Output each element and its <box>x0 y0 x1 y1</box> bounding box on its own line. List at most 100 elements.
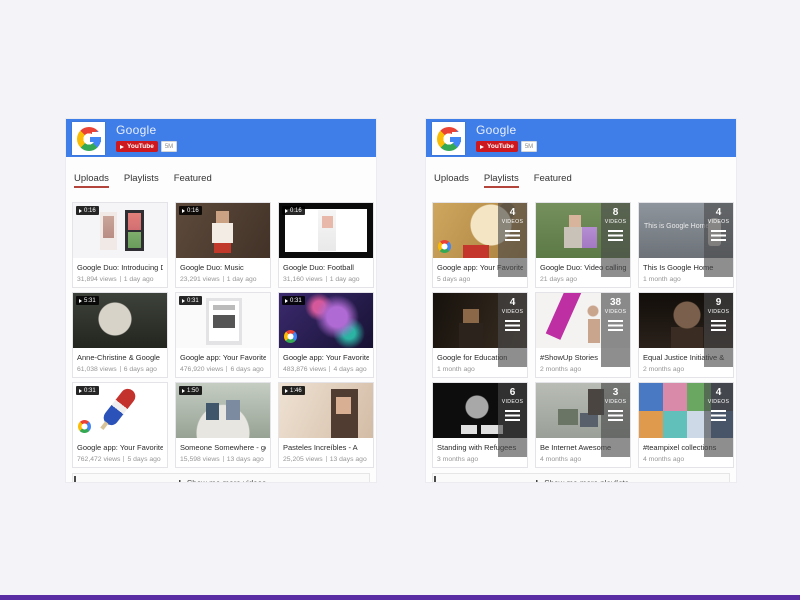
video-thumbnail[interactable]: 0:16 <box>279 203 373 258</box>
upload-age: 5 days ago <box>127 455 161 463</box>
video-card[interactable]: 1:50 Someone Somewhere - going 15,598 vi… <box>175 382 271 468</box>
video-thumbnail[interactable]: 0:16 <box>73 203 167 258</box>
duration-badge: 0:31 <box>282 296 305 305</box>
video-count: 38 <box>609 297 622 308</box>
tab-uploads[interactable]: Uploads <box>434 173 469 188</box>
playlist-card[interactable]: 8 VIDEOS Google Duo: Video calling, by 2… <box>535 202 631 288</box>
video-title[interactable]: Anne-Christine & Google <box>77 353 163 362</box>
video-title[interactable]: Google app: Your Favorite <box>283 353 369 362</box>
playlist-card[interactable]: 6 VIDEOS Standing with Refugees 3 months… <box>432 382 528 468</box>
video-meta: 25,205 views 13 days ago <box>283 456 369 463</box>
show-more-button[interactable]: Show me more videos <box>72 473 370 482</box>
playlist-age: 1 month ago <box>643 275 681 283</box>
video-title[interactable]: Google Duo: Football <box>283 263 369 272</box>
play-icon <box>79 208 82 213</box>
playlist-card[interactable]: 38 VIDEOS #ShowUp Stories 2 months ago <box>535 292 631 378</box>
duration-text: 0:16 <box>290 207 302 214</box>
video-card[interactable]: 0:16 Google Duo: Football 31,160 views 1 … <box>278 202 374 288</box>
video-count: 3 <box>612 387 619 398</box>
play-icon <box>182 208 185 213</box>
playlist-card[interactable]: 9 VIDEOS Equal Justice Initiative & 2 mo… <box>638 292 734 378</box>
playlist-overlay: 4 VIDEOS <box>704 383 733 457</box>
video-title[interactable]: Google Duo: Music <box>180 263 266 272</box>
video-card[interactable]: 1:46 Pasteles Increíbles - A 25,205 view… <box>278 382 374 468</box>
video-title[interactable]: Google app: Your Favorite <box>77 443 163 452</box>
duration-badge: 0:31 <box>179 296 202 305</box>
view-count: 762,472 views <box>77 455 121 463</box>
playlist-card[interactable]: 4 VIDEOS Google for Education 1 month ag… <box>432 292 528 378</box>
bottom-accent-bar <box>0 595 800 600</box>
video-title[interactable]: Pasteles Increíbles - A <box>283 443 369 452</box>
view-count: 25,205 views <box>283 455 323 463</box>
video-card[interactable]: 0:31 Google app: Your Favorite 762,472 v… <box>72 382 168 468</box>
video-meta: 476,920 views 6 days ago <box>180 366 266 373</box>
video-count: 6 <box>509 387 516 398</box>
channel-avatar[interactable] <box>72 122 105 155</box>
play-icon <box>285 388 288 393</box>
video-card[interactable]: 5:31 Anne-Christine & Google 61,038 view… <box>72 292 168 378</box>
videos-word: VIDEOS <box>604 309 627 315</box>
show-more-button[interactable]: Show me more playlists <box>432 473 730 482</box>
playlist-overlay: 9 VIDEOS <box>704 293 733 367</box>
channel-name: Google <box>116 123 157 137</box>
video-title[interactable]: Google Duo: Introducing Duo <box>77 263 163 272</box>
video-thumbnail[interactable]: 1:46 <box>279 383 373 438</box>
playlist-age: 2 months ago <box>540 365 582 373</box>
playlist-card[interactable]: 4 VIDEOS #teampixel collections 4 months… <box>638 382 734 468</box>
playlist-overlay: 4 VIDEOS <box>704 203 733 277</box>
google-logo-icon <box>76 126 101 151</box>
video-card[interactable]: 0:16 Google Duo: Introducing Duo 31,894 … <box>72 202 168 288</box>
video-meta: 762,472 views 5 days ago <box>77 456 163 463</box>
youtube-subscribe-button[interactable]: YouTube <box>116 141 158 152</box>
duration-badge: 0:31 <box>76 386 99 395</box>
video-grid: 0:16 Google Duo: Introducing Duo 31,894 … <box>66 188 376 468</box>
tab-featured[interactable]: Featured <box>534 173 572 188</box>
tab-featured[interactable]: Featured <box>174 173 212 188</box>
channel-avatar[interactable] <box>432 122 465 155</box>
video-thumbnail[interactable]: 5:31 <box>73 293 167 348</box>
play-icon <box>182 388 185 393</box>
play-icon <box>182 298 185 303</box>
youtube-subscribe-button[interactable]: YouTube <box>476 141 518 152</box>
channel-tabs: Uploads Playlists Featured <box>426 157 736 188</box>
tab-playlists[interactable]: Playlists <box>483 173 519 188</box>
subscribe-label: YouTube <box>487 143 514 150</box>
playlist-card[interactable]: 3 VIDEOS Be Internet Awesome 4 months ag… <box>535 382 631 468</box>
video-title[interactable]: Google app: Your Favorite <box>180 353 266 362</box>
video-title[interactable]: Someone Somewhere - going <box>180 443 266 452</box>
video-thumbnail[interactable]: 1:50 <box>176 383 270 438</box>
video-thumbnail[interactable]: 0:31 <box>176 293 270 348</box>
view-count: 23,291 views <box>180 275 220 283</box>
playlist-age: 5 days ago <box>437 275 471 283</box>
playlist-icon <box>505 230 520 242</box>
upload-age: 1 day ago <box>123 275 154 283</box>
playlist-icon <box>711 320 726 332</box>
video-thumbnail[interactable]: 0:31 <box>279 293 373 348</box>
view-count: 31,160 views <box>283 275 323 283</box>
video-card[interactable]: 0:31 Google app: Your Favorite 483,876 v… <box>278 292 374 378</box>
playlist-overlay: 38 VIDEOS <box>601 293 630 367</box>
uploads-panel: Google YouTube 5M Uploads Playlists Feat… <box>65 118 377 483</box>
playlist-icon <box>608 230 623 242</box>
video-count: 4 <box>509 207 516 218</box>
video-card[interactable]: 0:31 Google app: Your Favorite 476,920 v… <box>175 292 271 378</box>
video-card[interactable]: 0:16 Google Duo: Music 23,291 views 1 day… <box>175 202 271 288</box>
channel-banner: Google YouTube 5M <box>66 119 376 157</box>
meta-divider <box>222 276 224 282</box>
video-count: 8 <box>612 207 619 218</box>
tab-playlists[interactable]: Playlists <box>124 173 159 188</box>
channel-name: Google <box>476 123 517 137</box>
playlist-card[interactable]: This is Google Home 4 VIDEOS This Is Goo… <box>638 202 734 288</box>
playlist-icon <box>608 410 623 422</box>
duration-text: 0:31 <box>187 297 199 304</box>
videos-word: VIDEOS <box>707 309 730 315</box>
video-thumbnail[interactable]: 0:31 <box>73 383 167 438</box>
duration-text: 1:50 <box>187 387 199 394</box>
popsicle-art <box>100 385 139 429</box>
playlist-icon <box>711 230 726 242</box>
playlist-card[interactable]: 4 VIDEOS Google app: Your Favorite 5 day… <box>432 202 528 288</box>
duration-badge: 0:16 <box>76 206 99 215</box>
video-thumbnail[interactable]: 0:16 <box>176 203 270 258</box>
duration-text: 0:31 <box>84 387 96 394</box>
tab-uploads[interactable]: Uploads <box>74 173 109 188</box>
